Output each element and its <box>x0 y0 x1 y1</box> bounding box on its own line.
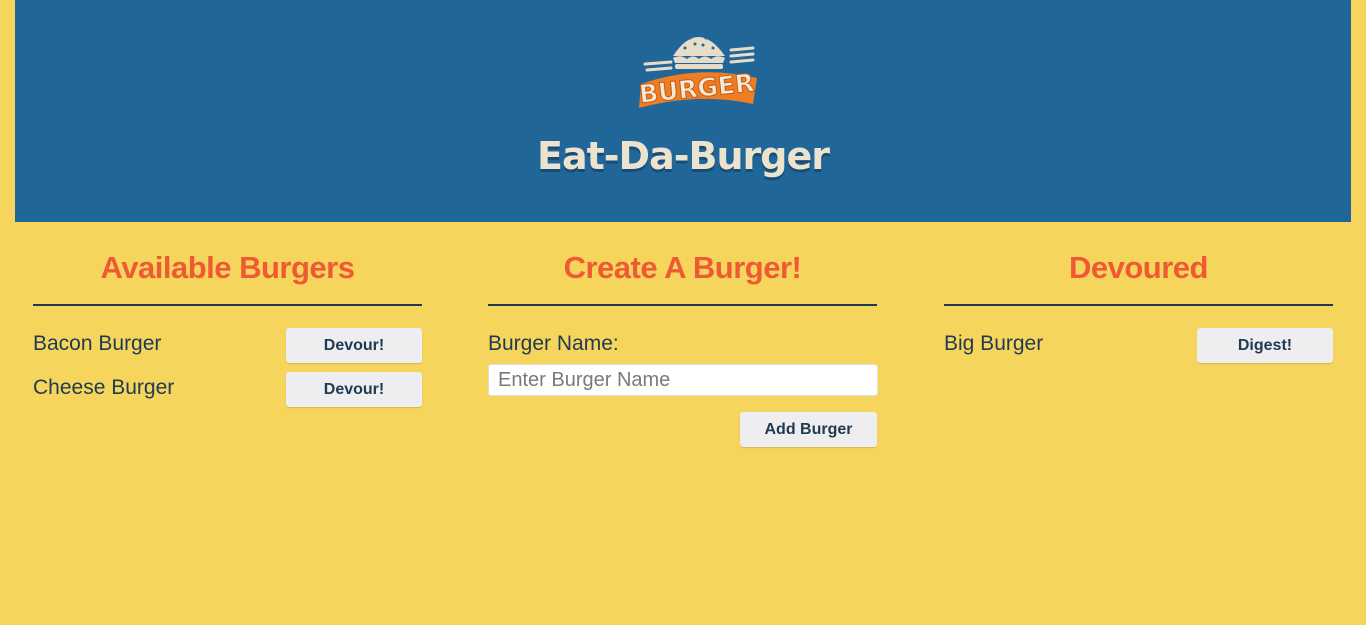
site-title: Eat-Da-Burger <box>537 134 830 178</box>
list-item: Cheese Burger Devour! <box>33 372 422 416</box>
list-item: Big Burger Digest! <box>944 328 1333 372</box>
divider <box>33 304 422 306</box>
burger-name: Big Burger <box>944 332 1044 355</box>
devoured-list: Big Burger Digest! <box>944 328 1333 372</box>
burger-logo-icon: BURGER <box>637 31 757 109</box>
burger-name-input[interactable] <box>488 364 878 396</box>
list-item: Bacon Burger Devour! <box>33 328 422 372</box>
available-burgers-heading: Available Burgers <box>100 250 355 285</box>
divider <box>488 304 877 306</box>
create-burger-heading: Create A Burger! <box>563 250 802 285</box>
devour-button[interactable]: Devour! <box>286 328 422 363</box>
available-burgers-column: Available Burgers Bacon Burger Devour! C… <box>33 250 422 416</box>
svg-text:BURGER: BURGER <box>638 68 756 109</box>
divider <box>944 304 1333 306</box>
burger-name: Cheese Burger <box>33 376 175 399</box>
devoured-heading: Devoured <box>1069 250 1208 285</box>
burger-name: Bacon Burger <box>33 332 162 355</box>
add-burger-button[interactable]: Add Burger <box>740 412 877 447</box>
create-burger-column: Create A Burger! Burger Name: Add Burger <box>488 250 878 447</box>
devoured-column: Devoured Big Burger Digest! <box>944 250 1333 372</box>
add-burger-row: Add Burger <box>488 412 877 447</box>
site-header: BURGER Eat-Da-Burger <box>15 0 1351 222</box>
digest-button[interactable]: Digest! <box>1197 328 1333 363</box>
burger-name-label: Burger Name: <box>488 332 619 355</box>
devour-button[interactable]: Devour! <box>286 372 422 407</box>
available-burgers-list: Bacon Burger Devour! Cheese Burger Devou… <box>33 328 422 416</box>
